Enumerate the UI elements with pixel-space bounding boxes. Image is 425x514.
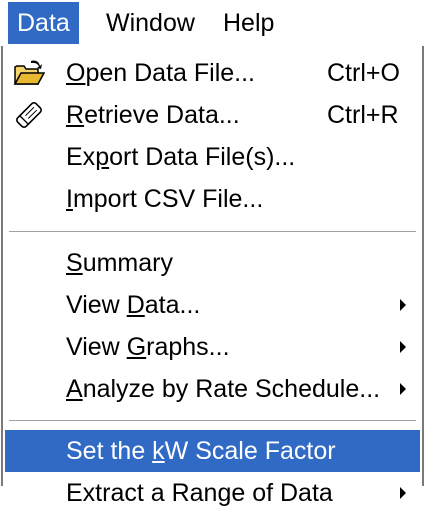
menu-help[interactable]: Help bbox=[214, 2, 283, 44]
menu-item-view-data[interactable]: View Data... bbox=[5, 284, 420, 326]
menu-item-label: Summary bbox=[66, 249, 173, 277]
menu-item-label: View Graphs... bbox=[66, 333, 230, 361]
data-dropdown-menu: Open Data File... Ctrl+O Retrieve Data..… bbox=[1, 46, 424, 507]
menu-data[interactable]: Data bbox=[8, 2, 79, 44]
menu-item-label: Extract a Range of Data bbox=[66, 479, 333, 507]
menu-item-retrieve-data[interactable]: Retrieve Data... Ctrl+R bbox=[5, 94, 420, 136]
open-folder-icon bbox=[13, 60, 45, 85]
menu-item-label: View Data... bbox=[66, 291, 201, 319]
menu-item-analyze-by-rate-schedule[interactable]: Analyze by Rate Schedule... bbox=[5, 368, 420, 410]
menu-item-extract-range-of-data[interactable]: Extract a Range of Data bbox=[5, 472, 420, 514]
menu-item-label: Retrieve Data... bbox=[66, 101, 240, 129]
menu-item-label: Import CSV File... bbox=[66, 185, 264, 213]
submenu-arrow-icon bbox=[400, 487, 406, 499]
menu-item-view-graphs[interactable]: View Graphs... bbox=[5, 326, 420, 368]
menu-item-set-kw-scale-factor[interactable]: Set the kW Scale Factor bbox=[5, 430, 420, 472]
shortcut-ctrl-r: Ctrl+R bbox=[327, 101, 399, 129]
menu-separator bbox=[9, 420, 416, 422]
menu-separator bbox=[9, 231, 416, 233]
menu-item-label: Set the kW Scale Factor bbox=[66, 437, 336, 465]
shortcut-ctrl-o: Ctrl+O bbox=[327, 59, 400, 87]
menu-item-label: Export Data File(s)... bbox=[66, 143, 296, 171]
retrieve-data-icon bbox=[16, 102, 42, 128]
menu-item-label: Open Data File... bbox=[66, 59, 255, 87]
menu-item-summary[interactable]: Summary bbox=[5, 242, 420, 284]
menu-window[interactable]: Window bbox=[97, 2, 204, 44]
menu-item-export-data-files[interactable]: Export Data File(s)... bbox=[5, 136, 420, 178]
submenu-arrow-icon bbox=[400, 383, 406, 395]
menu-item-open-data-file[interactable]: Open Data File... Ctrl+O bbox=[5, 52, 420, 94]
menu-item-label: Analyze by Rate Schedule... bbox=[66, 375, 381, 403]
submenu-arrow-icon bbox=[400, 341, 406, 353]
menu-item-import-csv-file[interactable]: Import CSV File... bbox=[5, 178, 420, 220]
submenu-arrow-icon bbox=[400, 299, 406, 311]
menu-bar: Data Window Help bbox=[0, 0, 425, 46]
